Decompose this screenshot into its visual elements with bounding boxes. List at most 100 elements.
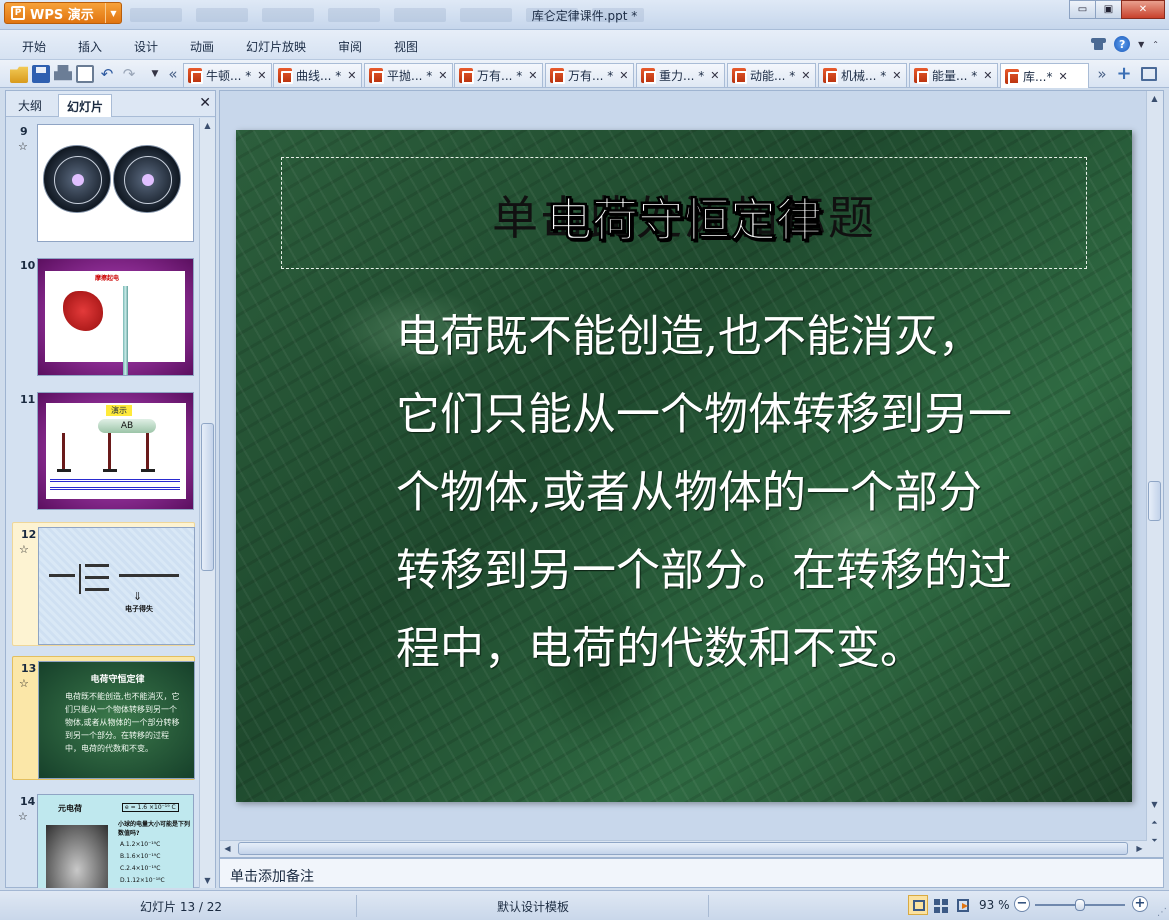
doc-tab[interactable]: 动能... * ✕	[727, 63, 816, 87]
panel-tabs: 大纲 幻灯片 ✕	[6, 91, 215, 117]
thumb-text: 电子得失	[125, 605, 153, 613]
animation-star-icon: ☆	[18, 810, 28, 823]
menu-home[interactable]: 开始	[22, 38, 46, 55]
current-slide[interactable]: 单击此处添加标题 电荷守恒定律 电荷既不能创造,也不能消灭，它们只能从一个物体转…	[236, 130, 1132, 802]
normal-view-button[interactable]	[908, 895, 928, 915]
scroll-up-icon[interactable]: ▲	[200, 118, 215, 133]
close-icon[interactable]: ✕	[199, 95, 211, 111]
scroll-up-icon[interactable]: ▲	[1147, 91, 1162, 106]
play-slideshow-icon	[957, 899, 969, 912]
ppt-file-icon	[1005, 68, 1020, 85]
doc-tab[interactable]: 曲线... * ✕	[273, 63, 362, 87]
text-line	[49, 574, 75, 577]
menu-design[interactable]: 设计	[134, 38, 158, 55]
doc-tab[interactable]: 万有... * ✕	[545, 63, 634, 87]
doc-tab[interactable]: 机械... * ✕	[818, 63, 907, 87]
close-icon[interactable]: ✕	[619, 69, 628, 82]
slide-counter: 幻灯片 13 / 22	[140, 900, 223, 914]
customize-dropdown-icon[interactable]: ▼	[146, 65, 164, 83]
slide-number: 12	[21, 528, 37, 541]
resize-grip-icon[interactable]: ⋰	[1157, 907, 1167, 918]
prev-slide-icon[interactable]: ⏶	[1147, 815, 1162, 830]
slide-thumbnail-selected[interactable]: 13 ☆ 电荷守恒定律 电荷既不能创造,也不能消灭，它们只能从一个物体转移到另一…	[12, 656, 195, 780]
slide-thumbnail[interactable]: 11 演示 AB	[12, 388, 195, 512]
close-icon[interactable]: ✕	[983, 69, 992, 82]
doc-tab[interactable]: 能量... * ✕	[909, 63, 998, 87]
menu-slideshow[interactable]: 幻灯片放映	[246, 38, 306, 55]
doc-tab[interactable]: 平抛... * ✕	[364, 63, 453, 87]
ppt-file-icon	[823, 68, 838, 84]
stand-base	[57, 469, 71, 472]
skin-icon[interactable]	[1091, 37, 1107, 51]
scroll-left-icon[interactable]: ◀	[220, 841, 235, 856]
close-button[interactable]: ✕	[1121, 0, 1165, 19]
ppt-file-icon	[732, 68, 747, 84]
editor-vertical-scrollbar[interactable]: ▲ ▼ ⏶ ⏷	[1146, 91, 1163, 857]
print-preview-icon[interactable]	[76, 65, 94, 83]
chevron-down-icon[interactable]: ▼	[1138, 40, 1144, 49]
menu-view[interactable]: 视图	[394, 38, 418, 55]
slide-sorter-button[interactable]	[930, 895, 950, 915]
slide-thumbnail[interactable]: 12 ☆ ⇓ 电子得失	[12, 522, 195, 646]
doc-tab-label: 万有... *	[568, 69, 614, 83]
tabs-scroll-left-icon[interactable]: «	[164, 65, 182, 83]
title-placeholder[interactable]: 单击此处添加标题 电荷守恒定律	[281, 157, 1087, 269]
atom-image	[43, 145, 111, 213]
doc-tab-active[interactable]: 库...* ✕	[1000, 63, 1089, 88]
close-icon[interactable]: ✕	[1058, 70, 1067, 83]
design-template[interactable]: 默认设计模板	[497, 898, 569, 915]
minimize-button[interactable]: ▭	[1069, 0, 1096, 19]
slideshow-button[interactable]	[952, 895, 972, 915]
close-icon[interactable]: ✕	[801, 69, 810, 82]
zoom-slider[interactable]	[1035, 899, 1125, 911]
tab-slides[interactable]: 幻灯片	[58, 94, 113, 117]
doc-tab[interactable]: 牛顿... * ✕	[183, 63, 272, 87]
ppt-file-icon	[278, 68, 293, 84]
save-icon[interactable]	[32, 65, 50, 83]
restore-button[interactable]: ▣	[1095, 0, 1122, 19]
tabs-scroll-right-icon[interactable]: »	[1093, 65, 1111, 83]
slide-thumbnail[interactable]: 10 摩擦起电	[12, 254, 195, 378]
editor-horizontal-scrollbar[interactable]: ◀ ▶	[220, 840, 1147, 857]
scrollbar-thumb[interactable]	[201, 423, 214, 571]
slide-thumbnail[interactable]: 14 ☆ 元电荷 e = 1.6 ×10⁻¹⁹ C 小球的电量大小可能是下列数值…	[12, 790, 195, 888]
close-icon[interactable]: ✕	[710, 69, 719, 82]
zoom-slider-knob[interactable]	[1075, 899, 1085, 911]
menu-review[interactable]: 审阅	[338, 38, 362, 55]
scroll-right-icon[interactable]: ▶	[1132, 841, 1147, 856]
portrait-image	[46, 825, 108, 888]
print-icon[interactable]	[54, 65, 72, 81]
collapse-ribbon-icon[interactable]: ⌃	[1152, 40, 1159, 49]
notes-pane[interactable]: 单击添加备注	[219, 858, 1164, 888]
thumbnail-scrollbar[interactable]: ▲ ▼	[199, 118, 215, 888]
thumb-title: 电荷守恒定律	[90, 675, 145, 685]
close-icon[interactable]: ✕	[257, 69, 266, 82]
close-icon[interactable]: ✕	[438, 69, 447, 82]
zoom-out-button[interactable]: −	[1014, 896, 1030, 912]
zoom-in-button[interactable]: +	[1132, 896, 1148, 912]
scroll-down-icon[interactable]: ▼	[200, 873, 215, 888]
slide-body-text[interactable]: 电荷既不能创造,也不能消灭，它们只能从一个物体转移到另一个物体,或者从物体的一个…	[396, 298, 1016, 688]
open-icon[interactable]	[10, 66, 28, 83]
doc-tab[interactable]: 重力... * ✕	[636, 63, 725, 87]
scrollbar-thumb[interactable]	[1148, 481, 1161, 521]
tab-outline[interactable]: 大纲	[10, 94, 50, 117]
close-icon[interactable]: ✕	[347, 69, 356, 82]
slide-preview: ⇓ 电子得失	[38, 527, 195, 645]
scroll-down-icon[interactable]: ▼	[1147, 797, 1162, 812]
tab-list-icon[interactable]	[1141, 67, 1157, 81]
undo-icon[interactable]: ↶	[98, 65, 116, 83]
new-tab-icon[interactable]: +	[1115, 65, 1133, 83]
slide-thumbnail[interactable]: 9 ☆	[12, 120, 195, 244]
scrollbar-thumb[interactable]	[238, 842, 1128, 855]
close-icon[interactable]: ✕	[892, 69, 901, 82]
menu-animation[interactable]: 动画	[190, 38, 214, 55]
thumb-formula: e = 1.6 ×10⁻¹⁹ C	[122, 803, 179, 812]
doc-tab[interactable]: 万有... * ✕	[454, 63, 543, 87]
stand	[62, 433, 65, 469]
close-icon[interactable]: ✕	[528, 69, 537, 82]
menu-insert[interactable]: 插入	[78, 38, 102, 55]
help-icon[interactable]: ?	[1114, 36, 1131, 52]
next-slide-icon[interactable]: ⏷	[1147, 833, 1162, 848]
redo-icon[interactable]: ↷	[120, 65, 138, 83]
